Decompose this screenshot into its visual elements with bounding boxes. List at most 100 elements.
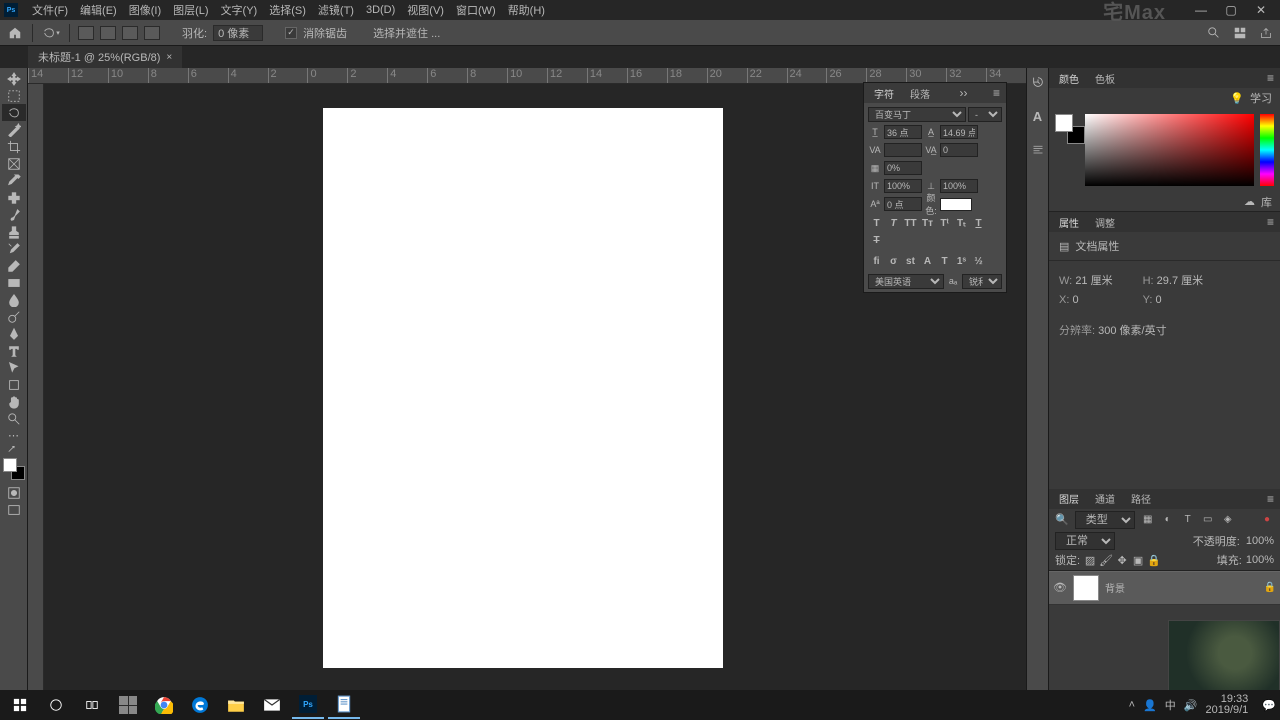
feather-input[interactable] xyxy=(213,25,263,41)
taskbar-photoshop[interactable]: Ps xyxy=(292,691,324,719)
antialias-checkbox[interactable]: ✓ xyxy=(285,27,297,39)
library-label[interactable]: 库 xyxy=(1261,194,1272,210)
selection-add-button[interactable] xyxy=(100,26,116,40)
stamp-tool[interactable] xyxy=(2,223,26,240)
fractions-button[interactable]: ½ xyxy=(971,254,986,269)
menu-layer[interactable]: 图层(L) xyxy=(167,2,214,18)
titling-button[interactable]: T xyxy=(937,254,952,269)
char-collapse-icon[interactable]: ›› xyxy=(959,86,967,100)
color-swatches[interactable] xyxy=(3,458,25,480)
character-panel-icon[interactable]: A xyxy=(1030,108,1046,124)
taskbar-chrome[interactable] xyxy=(148,691,180,719)
filter-pixel-icon[interactable]: ▦ xyxy=(1141,513,1155,527)
character-panel[interactable]: 字符 段落 ›› ≡ 百变马丁- T̲ A̲ VA VA̲ ▦ IT ⊥ Aª … xyxy=(863,82,1007,293)
minimize-button[interactable]: — xyxy=(1186,1,1216,19)
taskbar-app-1[interactable] xyxy=(112,691,144,719)
menu-edit[interactable]: 编辑(E) xyxy=(74,2,123,18)
tracking-input[interactable] xyxy=(940,143,978,157)
swap-swatch-icon[interactable] xyxy=(2,444,26,454)
quick-mask-tool[interactable] xyxy=(2,484,26,501)
taskbar-edge[interactable] xyxy=(184,691,216,719)
task-view-button[interactable] xyxy=(76,691,108,719)
leading-input[interactable] xyxy=(940,125,978,139)
shape-tool[interactable] xyxy=(2,376,26,393)
kerning-input[interactable] xyxy=(884,143,922,157)
subscript-button[interactable]: Tₜ xyxy=(954,216,969,231)
layers-panel-menu-icon[interactable]: ≡ xyxy=(1267,492,1274,506)
tab-adjustments[interactable]: 调整 xyxy=(1091,213,1119,232)
lasso-tool[interactable] xyxy=(2,104,26,121)
zoom-tool[interactable] xyxy=(2,410,26,427)
tab-paragraph[interactable]: 段落 xyxy=(906,84,934,103)
history-panel-icon[interactable] xyxy=(1030,74,1046,90)
document-tab[interactable]: 未标题-1 @ 25%(RGB/8) × xyxy=(28,46,182,68)
menu-file[interactable]: 文件(F) xyxy=(26,2,74,18)
ime-indicator[interactable]: 中 xyxy=(1165,697,1176,713)
eyedropper-tool[interactable] xyxy=(2,172,26,189)
start-button[interactable] xyxy=(4,691,36,719)
document-canvas[interactable] xyxy=(323,108,723,668)
clock-date[interactable]: 2019/9/1 xyxy=(1205,705,1248,716)
layer-filter-type-select[interactable]: 类型 xyxy=(1075,511,1135,529)
menu-filter[interactable]: 滤镜(T) xyxy=(312,2,360,18)
tray-volume-icon[interactable]: 🔊 xyxy=(1184,699,1198,712)
italic-button[interactable]: T xyxy=(886,216,901,231)
type-tool[interactable] xyxy=(2,342,26,359)
lock-artboard-icon[interactable]: ▣ xyxy=(1132,554,1144,566)
color-panel-menu-icon[interactable]: ≡ xyxy=(1267,71,1274,85)
char-panel-menu-icon[interactable]: ≡ xyxy=(993,86,1000,100)
hscale-input[interactable] xyxy=(940,179,978,193)
foreground-swatch[interactable] xyxy=(3,458,17,472)
menu-image[interactable]: 图像(I) xyxy=(123,2,167,18)
swash-button[interactable]: A xyxy=(920,254,935,269)
home-icon[interactable] xyxy=(6,24,24,42)
ligature-button[interactable]: σ xyxy=(886,254,901,269)
tab-swatches[interactable]: 色板 xyxy=(1091,69,1119,88)
menu-select[interactable]: 选择(S) xyxy=(263,2,312,18)
move-tool[interactable] xyxy=(2,70,26,87)
tray-people-icon[interactable]: 👤 xyxy=(1143,699,1157,712)
language-select[interactable]: 美国英语 xyxy=(868,274,944,289)
learn-label[interactable]: 学习 xyxy=(1250,90,1272,106)
magic-wand-tool[interactable] xyxy=(2,121,26,138)
marquee-tool[interactable] xyxy=(2,87,26,104)
screen-mode-tool[interactable] xyxy=(2,501,26,518)
filter-adjust-icon[interactable]: ◐ xyxy=(1161,513,1175,527)
ligature-fi-button[interactable]: fi xyxy=(869,254,884,269)
smallcaps-button[interactable]: Tᴛ xyxy=(920,216,935,231)
fill-value[interactable]: 100% xyxy=(1246,554,1274,566)
menu-window[interactable]: 窗口(W) xyxy=(450,2,502,18)
lock-pixels-icon[interactable]: 🖌 xyxy=(1100,554,1112,566)
underline-button[interactable]: T xyxy=(971,216,986,231)
baseline-input[interactable] xyxy=(884,197,922,211)
tab-channels[interactable]: 通道 xyxy=(1091,489,1119,508)
select-and-mask-button[interactable]: 选择并遮住 ... xyxy=(373,25,440,41)
tab-layers[interactable]: 图层 xyxy=(1055,489,1083,508)
eraser-tool[interactable] xyxy=(2,257,26,274)
scale-pct-input[interactable] xyxy=(884,161,922,175)
menu-view[interactable]: 视图(V) xyxy=(401,2,450,18)
taskbar-explorer[interactable] xyxy=(220,691,252,719)
frame-tool[interactable] xyxy=(2,155,26,172)
tab-properties[interactable]: 属性 xyxy=(1055,213,1083,232)
filter-shape-icon[interactable]: ▭ xyxy=(1201,513,1215,527)
properties-panel-menu-icon[interactable]: ≡ xyxy=(1267,215,1274,229)
blend-mode-select[interactable]: 正常 xyxy=(1055,532,1115,550)
selection-intersect-button[interactable] xyxy=(144,26,160,40)
pen-tool[interactable] xyxy=(2,325,26,342)
menu-help[interactable]: 帮助(H) xyxy=(502,2,551,18)
lasso-tool-icon[interactable]: ▾ xyxy=(41,24,61,42)
menu-type[interactable]: 文字(Y) xyxy=(215,2,264,18)
filter-search-icon[interactable]: 🔍 xyxy=(1055,513,1069,526)
paragraph-panel-icon[interactable] xyxy=(1030,142,1046,158)
panel-color-swatches[interactable] xyxy=(1055,114,1079,138)
menu-3d[interactable]: 3D(D) xyxy=(360,4,401,16)
hand-tool[interactable] xyxy=(2,393,26,410)
font-style-select[interactable]: - xyxy=(968,107,1002,122)
filter-toggle-icon[interactable]: ● xyxy=(1260,513,1274,527)
share-icon[interactable] xyxy=(1258,25,1274,41)
text-color-swatch[interactable] xyxy=(940,198,972,211)
stylistic-button[interactable]: st xyxy=(903,254,918,269)
tab-paths[interactable]: 路径 xyxy=(1127,489,1155,508)
layer-thumbnail[interactable] xyxy=(1073,575,1099,601)
